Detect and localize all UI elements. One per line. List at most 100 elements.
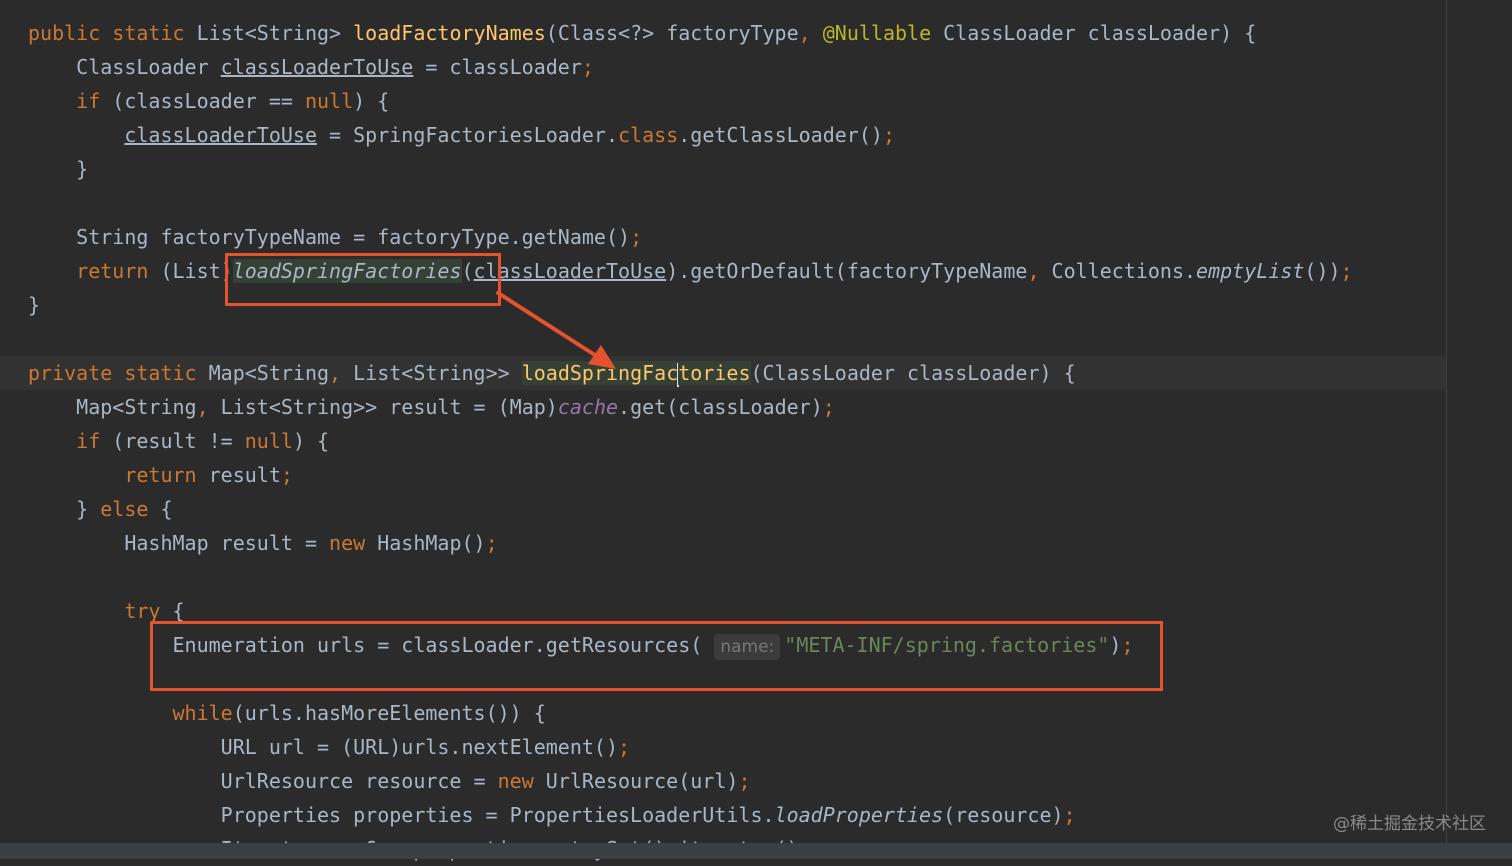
code-token: try xyxy=(124,599,161,623)
code-token: List<String>> result = (Map) xyxy=(220,395,558,419)
code-token: classLoaderToUse xyxy=(473,259,667,283)
code-line[interactable] xyxy=(0,322,1446,356)
code-token: (urls.hasMoreElements()) { xyxy=(232,701,546,725)
code-token: , xyxy=(1027,259,1052,283)
code-token: (classLoader == xyxy=(100,89,305,113)
code-token: ; xyxy=(581,55,594,79)
code-token: ; xyxy=(738,769,751,793)
code-line[interactable]: } else { xyxy=(0,492,1446,526)
code-line[interactable]: private static Map<String, List<String>>… xyxy=(0,356,1446,390)
code-token: cache xyxy=(557,395,619,419)
code-line[interactable]: return result; xyxy=(0,458,1446,492)
code-token: new xyxy=(329,531,366,555)
code-token: ) { xyxy=(353,89,390,113)
code-line[interactable]: classLoaderToUse = SpringFactoriesLoader… xyxy=(0,118,1446,152)
code-token: ; xyxy=(1340,259,1353,283)
code-token: while xyxy=(172,701,233,725)
code-line[interactable]: UrlResource resource = new UrlResource(u… xyxy=(0,764,1446,798)
code-line[interactable]: Enumeration urls = classLoader.getResour… xyxy=(0,628,1446,662)
code-line[interactable]: String factoryTypeName = factoryType.get… xyxy=(0,220,1446,254)
watermark: @稀土掘金技术社区 xyxy=(1333,814,1486,834)
code-line[interactable]: URL url = (URL)urls.nextElement(); xyxy=(0,730,1446,764)
code-token: { xyxy=(148,497,173,521)
code-token: else xyxy=(100,497,149,521)
code-token: HashMap result = xyxy=(28,531,330,555)
code-token: null xyxy=(244,429,293,453)
code-token: , xyxy=(196,395,221,419)
code-token: } xyxy=(28,293,41,317)
code-token: , xyxy=(329,361,354,385)
code-token: List<String> xyxy=(196,21,354,45)
code-line[interactable]: try { xyxy=(0,594,1446,628)
code-token: String factoryTypeName = factoryType.get… xyxy=(28,225,631,249)
code-token: ).getOrDefault(factoryTypeName xyxy=(666,259,1028,283)
code-line[interactable] xyxy=(0,662,1446,696)
code-line[interactable]: Properties properties = PropertiesLoader… xyxy=(0,798,1446,832)
code-editor[interactable]: public static List<String> loadFactoryNa… xyxy=(0,0,1512,861)
code-token: classLoaderToUse xyxy=(124,123,317,147)
code-token: loadSpringFac xyxy=(521,361,679,385)
code-token: (resource) xyxy=(943,803,1064,827)
code-token: result xyxy=(196,463,281,487)
code-token: Enumeration urls = classLoader.getResour… xyxy=(28,633,715,657)
code-token: loadProperties xyxy=(774,803,944,827)
code-token: UrlResource resource = xyxy=(28,769,498,793)
code-token: null xyxy=(304,89,354,113)
code-line[interactable]: if (classLoader == null) { xyxy=(0,84,1446,118)
code-token: class xyxy=(618,123,679,147)
code-token: @Nullable xyxy=(822,21,932,45)
code-token: emptyList xyxy=(1196,259,1305,283)
code-line[interactable]: } xyxy=(0,152,1446,186)
code-token: Map<String xyxy=(208,361,330,385)
code-token: public static xyxy=(28,21,197,45)
code-line[interactable]: Map<String, List<String>> result = (Map)… xyxy=(0,390,1446,424)
code-token: loadSpringFactories xyxy=(232,259,462,283)
code-token: Properties properties = PropertiesLoader… xyxy=(28,803,775,827)
code-token: ) xyxy=(1109,633,1122,657)
code-token: classLoaderToUse xyxy=(220,55,414,79)
code-token: { xyxy=(160,599,185,623)
code-token: new xyxy=(497,769,534,793)
code-line[interactable]: while(urls.hasMoreElements()) { xyxy=(0,696,1446,730)
code-token: Collections. xyxy=(1051,259,1197,283)
code-line[interactable]: ClassLoader classLoaderToUse = classLoad… xyxy=(0,50,1446,84)
code-line[interactable]: HashMap result = new HashMap(); xyxy=(0,526,1446,560)
horizontal-scrollbar[interactable] xyxy=(0,843,1512,859)
code-token: ; xyxy=(822,395,835,419)
code-token: HashMap() xyxy=(365,531,486,555)
code-line[interactable]: public static List<String> loadFactoryNa… xyxy=(0,16,1446,50)
code-token: ()) xyxy=(1304,259,1341,283)
code-token: .getClassLoader() xyxy=(678,123,883,147)
code-token: (result != xyxy=(100,429,245,453)
code-token: ClassLoader xyxy=(28,55,221,79)
code-token: "META-INF/spring.factories" xyxy=(784,633,1110,657)
code-line[interactable] xyxy=(0,560,1446,594)
code-token: } xyxy=(28,157,89,181)
code-line[interactable]: } xyxy=(0,288,1446,322)
code-line[interactable] xyxy=(0,186,1446,220)
code-token: ; xyxy=(485,531,498,555)
code-line[interactable]: if (result != null) { xyxy=(0,424,1446,458)
code-token: ; xyxy=(630,225,643,249)
code-token: return xyxy=(124,463,197,487)
code-token: } xyxy=(28,497,101,521)
code-token: Map<String xyxy=(28,395,197,419)
code-token: UrlResource(url) xyxy=(533,769,739,793)
code-token: ; xyxy=(1063,803,1076,827)
code-line[interactable]: return (List)loadSpringFactories(classLo… xyxy=(0,254,1446,288)
code-token: ClassLoader classLoader) { xyxy=(931,21,1257,45)
code-token: URL url = (URL)urls.nextElement() xyxy=(28,735,619,759)
code-token: ; xyxy=(1121,633,1134,657)
code-token: if xyxy=(76,429,101,453)
code-token: (ClassLoader classLoader) { xyxy=(750,361,1076,385)
code-token: ; xyxy=(618,735,631,759)
code-token: ; xyxy=(280,463,293,487)
code-token: tories xyxy=(678,361,751,385)
code-token: ) { xyxy=(292,429,330,453)
